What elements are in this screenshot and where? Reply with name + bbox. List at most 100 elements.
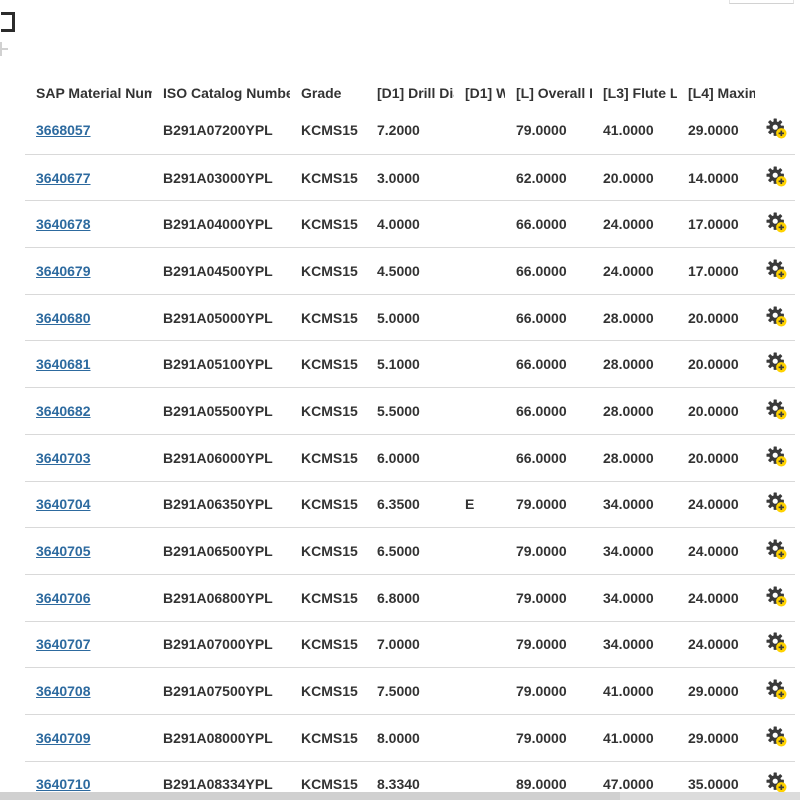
add-to-list-gear-button[interactable] — [766, 492, 787, 513]
col-header-iso-catalog-number: ISO Catalog Number — [152, 84, 290, 107]
cell-iso-catalog-number: B291A06350YPL — [152, 496, 290, 512]
col-header-grade: Grade — [290, 84, 366, 107]
sap-material-number-link[interactable]: 3640703 — [36, 450, 91, 466]
sap-material-number-link[interactable]: 3640706 — [36, 590, 91, 606]
add-to-list-gear-button[interactable] — [766, 679, 787, 700]
add-to-list-gear-button[interactable] — [766, 586, 787, 607]
cell-grade: KCMS15 — [290, 730, 366, 746]
cell-grade: KCMS15 — [290, 636, 366, 652]
gear-plus-icon — [766, 726, 787, 747]
cell-grade: KCMS15 — [290, 776, 366, 792]
product-catalog-table-page: SAP Material Number ISO Catalog Number G… — [0, 0, 800, 800]
gear-plus-icon — [766, 586, 787, 607]
sap-material-number-link[interactable]: 3640679 — [36, 263, 91, 279]
gear-plus-icon — [766, 166, 787, 187]
add-to-list-gear-button[interactable] — [766, 212, 787, 233]
cell-flute-length: 34.0000 — [592, 496, 677, 512]
cell-overall-length: 66.0000 — [505, 403, 592, 419]
add-to-list-gear-button[interactable] — [766, 166, 787, 187]
cell-grade: KCMS15 — [290, 216, 366, 232]
add-to-list-gear-button[interactable] — [766, 539, 787, 560]
add-to-list-gear-button[interactable] — [766, 118, 787, 139]
sap-material-number-link[interactable]: 3668057 — [36, 122, 91, 138]
col-header-max-drilling-depth: [L4] Maximum Drilling Depth — [677, 84, 755, 107]
add-to-list-gear-button[interactable] — [766, 772, 787, 793]
sap-material-number-link[interactable]: 3640705 — [36, 543, 91, 559]
cell-max-drilling-depth: 24.0000 — [677, 636, 755, 652]
cell-sap-material-number: 3640681 — [25, 356, 152, 372]
col-header-flute-length: [L3] Flute Length — [592, 84, 677, 107]
cell-overall-length: 62.0000 — [505, 170, 592, 186]
cell-max-drilling-depth: 20.0000 — [677, 356, 755, 372]
add-to-list-gear-button[interactable] — [766, 726, 787, 747]
cell-grade: KCMS15 — [290, 683, 366, 699]
add-to-list-gear-button[interactable] — [766, 632, 787, 653]
gear-plus-icon — [766, 492, 787, 513]
cell-max-drilling-depth: 20.0000 — [677, 310, 755, 326]
gear-plus-icon — [766, 259, 787, 280]
gear-plus-icon — [766, 118, 787, 139]
cell-flute-length: 28.0000 — [592, 356, 677, 372]
sap-material-number-link[interactable]: 3640680 — [36, 310, 91, 326]
cell-flute-length: 34.0000 — [592, 636, 677, 652]
gear-plus-icon — [766, 212, 787, 233]
gear-plus-icon — [766, 679, 787, 700]
col-header-drill-diameter: [D1] Drill Diameter M — [366, 84, 454, 107]
cell-grade: KCMS15 — [290, 590, 366, 606]
cell-drill-diameter: 7.2000 — [366, 122, 454, 138]
cell-grade: KCMS15 — [290, 356, 366, 372]
cell-max-drilling-depth: 14.0000 — [677, 170, 755, 186]
horizontal-scrollbar[interactable] — [0, 792, 800, 800]
cell-flute-length: 28.0000 — [592, 450, 677, 466]
cell-sap-material-number: 3640682 — [25, 403, 152, 419]
sap-material-number-link[interactable]: 3640710 — [36, 776, 91, 792]
sap-material-number-link[interactable]: 3640709 — [36, 730, 91, 746]
cell-iso-catalog-number: B291A08334YPL — [152, 776, 290, 792]
cell-flute-length: 24.0000 — [592, 263, 677, 279]
sap-material-number-link[interactable]: 3640708 — [36, 683, 91, 699]
add-to-list-gear-button[interactable] — [766, 306, 787, 327]
sap-material-number-link[interactable]: 3640681 — [36, 356, 91, 372]
cell-iso-catalog-number: B291A03000YPL — [152, 170, 290, 186]
table-row: 3668057 B291A07200YPL KCMS15 7.2000 79.0… — [25, 107, 795, 154]
cell-max-drilling-depth: 29.0000 — [677, 122, 755, 138]
add-to-list-gear-button[interactable] — [766, 399, 787, 420]
cell-flute-length: 34.0000 — [592, 590, 677, 606]
sap-material-number-link[interactable]: 3640677 — [36, 170, 91, 186]
add-to-list-gear-button[interactable] — [766, 446, 787, 467]
cell-iso-catalog-number: B291A05100YPL — [152, 356, 290, 372]
add-to-list-gear-button[interactable] — [766, 352, 787, 373]
cell-drill-diameter: 6.0000 — [366, 450, 454, 466]
add-to-list-gear-button[interactable] — [766, 259, 787, 280]
cell-sap-material-number: 3668057 — [25, 122, 152, 138]
cell-drill-diameter: 7.5000 — [366, 683, 454, 699]
sap-material-number-link[interactable]: 3640682 — [36, 403, 91, 419]
col-header-overall-length: [L] Overall Length — [505, 84, 592, 107]
table-row: 3640705 B291A06500YPL KCMS15 6.5000 79.0… — [25, 527, 795, 574]
table-row: 3640710 B291A08334YPL KCMS15 8.3340 89.0… — [25, 761, 795, 807]
sap-material-number-link[interactable]: 3640707 — [36, 636, 91, 652]
cell-sap-material-number: 3640680 — [25, 310, 152, 326]
table-row: 3640708 B291A07500YPL KCMS15 7.5000 79.0… — [25, 667, 795, 714]
cell-flute-length: 34.0000 — [592, 543, 677, 559]
cell-sap-material-number: 3640703 — [25, 450, 152, 466]
cell-grade: KCMS15 — [290, 543, 366, 559]
table-row: 3640682 B291A05500YPL KCMS15 5.5000 66.0… — [25, 387, 795, 434]
cell-max-drilling-depth: 20.0000 — [677, 403, 755, 419]
cell-flute-length: 28.0000 — [592, 403, 677, 419]
gear-plus-icon — [766, 446, 787, 467]
scrollbar-thumb[interactable] — [0, 792, 620, 800]
cell-drill-diameter: 5.0000 — [366, 310, 454, 326]
cell-drill-diameter: 8.3340 — [366, 776, 454, 792]
plus-cursor-icon — [0, 42, 8, 56]
table-body: 3668057 B291A07200YPL KCMS15 7.2000 79.0… — [25, 107, 795, 807]
cell-max-drilling-depth: 24.0000 — [677, 590, 755, 606]
cell-iso-catalog-number: B291A07000YPL — [152, 636, 290, 652]
table-row: 3640677 B291A03000YPL KCMS15 3.0000 62.0… — [25, 154, 795, 201]
cell-wire-size: E — [454, 496, 505, 512]
cutoff-element-fragment — [729, 0, 794, 4]
cell-iso-catalog-number: B291A06000YPL — [152, 450, 290, 466]
sap-material-number-link[interactable]: 3640704 — [36, 496, 91, 512]
cell-sap-material-number: 3640705 — [25, 543, 152, 559]
sap-material-number-link[interactable]: 3640678 — [36, 216, 91, 232]
